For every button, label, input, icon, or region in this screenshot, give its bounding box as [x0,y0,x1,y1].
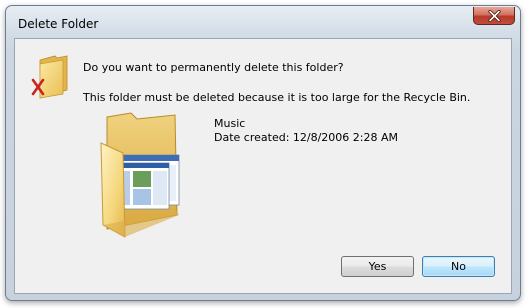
delete-folder-dialog: Delete Folder Do you want to permanently… [5,5,521,301]
window-title: Delete Folder [18,17,99,31]
folder-icon [100,112,180,238]
close-icon [488,10,501,22]
dialog-reason: This folder must be deleted because it i… [83,91,471,104]
title-bar[interactable]: Delete Folder [6,6,520,36]
folder-thumbnails [116,154,180,210]
close-button[interactable] [473,7,515,25]
yes-button[interactable]: Yes [341,256,414,277]
no-button[interactable]: No [422,256,495,277]
folder-delete-icon [31,55,68,99]
item-date-created: Date created: 12/8/2006 2:28 AM [214,131,399,144]
dialog-question: Do you want to permanently delete this f… [83,61,344,74]
dialog-body: Do you want to permanently delete this f… [14,38,512,294]
item-name: Music [214,117,246,130]
